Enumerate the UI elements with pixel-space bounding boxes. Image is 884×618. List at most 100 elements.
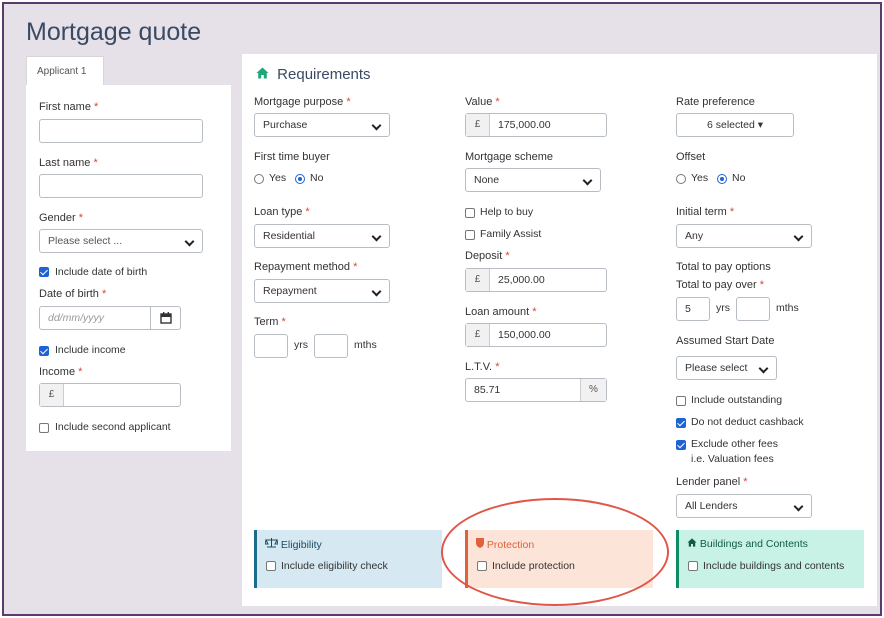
first-name-input[interactable]: [39, 119, 203, 143]
include-outstanding-label: Include outstanding: [691, 394, 783, 406]
do-not-deduct-cashback-checkbox[interactable]: [676, 418, 686, 428]
mortgage-scheme-value: None: [474, 174, 500, 186]
offset-no-radio[interactable]: [717, 174, 727, 184]
offset-yes-label: Yes: [691, 172, 709, 184]
first-time-buyer-no-label: No: [310, 172, 324, 184]
dob-placeholder: dd/mm/yyyy: [48, 312, 105, 324]
rate-preference-label: Rate preference: [676, 96, 755, 108]
total-to-pay-months-input[interactable]: [736, 297, 770, 321]
mortgage-purpose-value: Purchase: [263, 119, 308, 131]
repayment-method-value: Repayment: [263, 285, 317, 297]
repayment-method-label: Repayment method *: [254, 261, 358, 273]
first-time-buyer-yes-label: Yes: [269, 172, 287, 184]
mortgage-scheme-select[interactable]: None: [465, 168, 601, 192]
lender-panel-select[interactable]: All Lenders: [676, 494, 812, 518]
last-name-input[interactable]: [39, 174, 203, 198]
exclude-other-fees-label: Exclude other fees: [691, 438, 778, 450]
assumed-start-date-label: Assumed Start Date: [676, 335, 775, 347]
requirements-title: Requirements: [256, 66, 371, 83]
repayment-method-select[interactable]: Repayment: [254, 279, 390, 303]
total-to-pay-options-label: Total to pay options: [676, 261, 771, 273]
initial-term-label: Initial term *: [676, 206, 735, 218]
offset-no-label: No: [732, 172, 746, 184]
assumed-start-date-select[interactable]: Please select: [676, 356, 777, 380]
mortgage-scheme-label: Mortgage scheme: [465, 151, 554, 163]
include-buildings-contents-checkbox[interactable]: [688, 561, 698, 571]
include-second-applicant-checkbox[interactable]: [39, 423, 49, 433]
value-input[interactable]: £ 175,000.00: [465, 113, 607, 137]
loan-amount-value: 150,000.00: [498, 329, 551, 341]
value-amount: 175,000.00: [498, 119, 551, 131]
offset-yes-radio[interactable]: [676, 174, 686, 184]
include-income-label: Include income: [55, 344, 126, 356]
calendar-icon[interactable]: [150, 307, 180, 329]
assumed-start-date-value: Please select: [685, 362, 748, 374]
income-label: Income *: [39, 366, 83, 378]
include-eligibility-label: Include eligibility check: [281, 560, 388, 572]
deposit-currency-prefix: £: [466, 269, 490, 291]
loan-type-select[interactable]: Residential: [254, 224, 390, 248]
gender-label: Gender *: [39, 212, 84, 224]
income-input[interactable]: £: [39, 383, 181, 407]
offset-label: Offset: [676, 151, 706, 163]
ltv-label: L.T.V. *: [465, 361, 500, 373]
loan-amount-input[interactable]: £ 150,000.00: [465, 323, 607, 347]
family-assist-checkbox[interactable]: [465, 230, 475, 240]
include-buildings-contents-label: Include buildings and contents: [703, 560, 845, 572]
gender-select-value: Please select ...: [48, 235, 123, 247]
house-icon: [687, 538, 700, 550]
first-name-label: First name *: [39, 101, 99, 113]
first-time-buyer-label: First time buyer: [254, 151, 330, 163]
exclude-other-fees-checkbox[interactable]: [676, 440, 686, 450]
term-years-unit: yrs: [294, 339, 308, 351]
loan-type-label: Loan type *: [254, 206, 310, 218]
eligibility-card-title: Eligibility: [264, 538, 322, 551]
highlight-annotation: [441, 498, 669, 606]
lender-panel-value: All Lenders: [685, 500, 738, 512]
ltv-input[interactable]: 85.71 %: [465, 378, 607, 402]
total-to-pay-years-unit: yrs: [716, 302, 730, 314]
buildings-contents-card-title: Buildings and Contents: [687, 538, 808, 550]
page-title: Mortgage quote: [26, 18, 202, 46]
deposit-amount: 25,000.00: [498, 274, 545, 286]
loan-type-value: Residential: [263, 230, 315, 242]
include-dob-label: Include date of birth: [55, 266, 148, 278]
dob-input[interactable]: dd/mm/yyyy: [39, 306, 181, 330]
tab-applicant-1[interactable]: Applicant 1: [26, 56, 104, 86]
mortgage-purpose-label: Mortgage purpose *: [254, 96, 351, 108]
include-eligibility-checkbox[interactable]: [266, 561, 276, 571]
include-income-checkbox[interactable]: [39, 346, 49, 356]
first-time-buyer-yes-radio[interactable]: [254, 174, 264, 184]
total-to-pay-over-label: Total to pay over *: [676, 279, 765, 291]
include-second-applicant-label: Include second applicant: [55, 421, 171, 433]
last-name-label: Last name *: [39, 157, 98, 169]
initial-term-select[interactable]: Any: [676, 224, 812, 248]
total-to-pay-months-unit: mths: [776, 302, 799, 314]
deposit-input[interactable]: £ 25,000.00: [465, 268, 607, 292]
initial-term-value: Any: [685, 230, 704, 242]
total-to-pay-years-input[interactable]: 5: [676, 297, 710, 321]
include-outstanding-checkbox[interactable]: [676, 396, 686, 406]
mortgage-purpose-select[interactable]: Purchase: [254, 113, 390, 137]
term-years-input[interactable]: [254, 334, 288, 358]
value-label: Value *: [465, 96, 500, 108]
loan-amount-label: Loan amount *: [465, 306, 537, 318]
scales-icon: [264, 538, 281, 551]
income-currency-prefix: £: [40, 384, 64, 406]
buildings-contents-card: Buildings and Contents Include buildings…: [676, 530, 864, 588]
help-to-buy-checkbox[interactable]: [465, 208, 475, 218]
include-dob-checkbox[interactable]: [39, 267, 49, 277]
deposit-label: Deposit *: [465, 250, 510, 262]
do-not-deduct-cashback-label: Do not deduct cashback: [691, 416, 804, 428]
value-currency-prefix: £: [466, 114, 490, 136]
ltv-value: 85.71: [474, 384, 501, 396]
term-label: Term *: [254, 316, 286, 328]
first-time-buyer-no-radio[interactable]: [295, 174, 305, 184]
app-frame: Mortgage quote Applicant 1 First name * …: [2, 2, 882, 616]
family-assist-label: Family Assist: [480, 228, 542, 240]
dob-label: Date of birth *: [39, 288, 107, 300]
term-months-unit: mths: [354, 339, 377, 351]
term-months-input[interactable]: [314, 334, 348, 358]
gender-select[interactable]: Please select ...: [39, 229, 203, 253]
rate-preference-dropdown[interactable]: 6 selected ▾: [676, 113, 794, 137]
